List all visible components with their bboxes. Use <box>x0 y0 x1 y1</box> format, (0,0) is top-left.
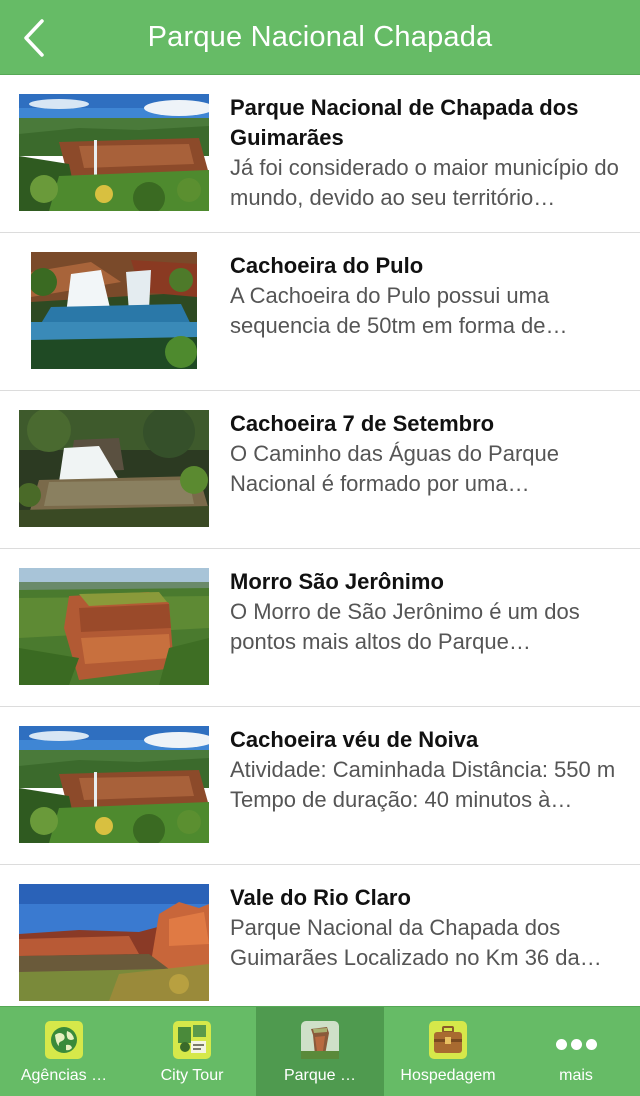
list-item[interactable]: Cachoeira 7 de Setembro O Caminho das Ág… <box>0 391 640 549</box>
list-item-description: O Caminho das Águas do Parque Nacional é… <box>230 441 559 496</box>
tab-label: City Tour <box>160 1067 224 1084</box>
list-item-description: Já foi considerado o maior município do … <box>230 155 619 210</box>
list-item[interactable]: Cachoeira do Pulo A Cachoeira do Pulo po… <box>0 233 640 391</box>
city-tour-icon <box>173 1021 211 1059</box>
suitcase-icon <box>429 1021 467 1059</box>
tab-label: Agências … <box>20 1067 108 1084</box>
tab-label: Parque … <box>283 1067 357 1084</box>
list-item-title: Cachoeira do Pulo <box>230 253 424 278</box>
list-item-text: Parque Nacional de Chapada dos Guimarães… <box>230 93 625 213</box>
list-item-title: Morro São Jerônimo <box>230 569 444 594</box>
list-item-title: Parque Nacional de Chapada dos Guimarães <box>230 95 579 150</box>
list-item[interactable]: Cachoeira véu de Noiva Atividade: Caminh… <box>0 707 640 865</box>
tab-parque[interactable]: Parque … <box>256 1007 384 1096</box>
place-thumbnail <box>19 726 209 843</box>
list-item[interactable]: Parque Nacional de Chapada dos Guimarães… <box>0 75 640 233</box>
list-item-text: Cachoeira do Pulo A Cachoeira do Pulo po… <box>230 251 625 341</box>
place-thumbnail <box>19 884 209 1001</box>
list-item-text: Cachoeira véu de Noiva Atividade: Caminh… <box>230 725 625 815</box>
places-list: Parque Nacional de Chapada dos Guimarães… <box>0 75 640 1006</box>
list-item-description: Atividade: Caminhada Distância: 550 m Te… <box>230 757 616 812</box>
globe-icon <box>45 1021 83 1059</box>
more-dots-icon <box>512 1037 640 1053</box>
place-thumbnail <box>19 568 209 685</box>
list-item-text: Vale do Rio Claro Parque Nacional da Cha… <box>230 883 625 973</box>
page-title: Parque Nacional Chapada <box>147 21 493 53</box>
list-item-title: Vale do Rio Claro <box>230 885 411 910</box>
list-item-description: A Cachoeira do Pulo possui uma sequencia… <box>230 283 568 338</box>
chevron-left-icon <box>24 18 44 57</box>
list-item[interactable]: Vale do Rio Claro Parque Nacional da Cha… <box>0 865 640 1006</box>
navigation-bar: Parque Nacional Chapada <box>0 0 640 75</box>
list-item-title: Cachoeira véu de Noiva <box>230 727 479 752</box>
tab-label: mais <box>559 1067 593 1084</box>
place-thumbnail <box>19 410 209 527</box>
list-item-description: O Morro de São Jerônimo é um dos pontos … <box>230 599 580 654</box>
place-thumbnail <box>31 252 197 369</box>
rock-formation-icon <box>301 1021 339 1059</box>
tab-mais[interactable]: mais <box>512 1007 640 1096</box>
tab-hospedagem[interactable]: Hospedagem <box>384 1007 512 1096</box>
tab-bar: Agências … City Tour Parque … Hospedagem… <box>0 1006 640 1096</box>
list-item[interactable]: Morro São Jerônimo O Morro de São Jerôni… <box>0 549 640 707</box>
tab-agencias[interactable]: Agências … <box>0 1007 128 1096</box>
list-item-text: Cachoeira 7 de Setembro O Caminho das Ág… <box>230 409 625 499</box>
tab-city-tour[interactable]: City Tour <box>128 1007 256 1096</box>
list-item-description: Parque Nacional da Chapada dos Guimarães… <box>230 915 602 970</box>
place-thumbnail <box>19 94 209 211</box>
tab-label: Hospedagem <box>400 1067 496 1084</box>
back-button[interactable] <box>22 10 72 65</box>
list-item-text: Morro São Jerônimo O Morro de São Jerôni… <box>230 567 625 657</box>
list-item-title: Cachoeira 7 de Setembro <box>230 411 495 436</box>
